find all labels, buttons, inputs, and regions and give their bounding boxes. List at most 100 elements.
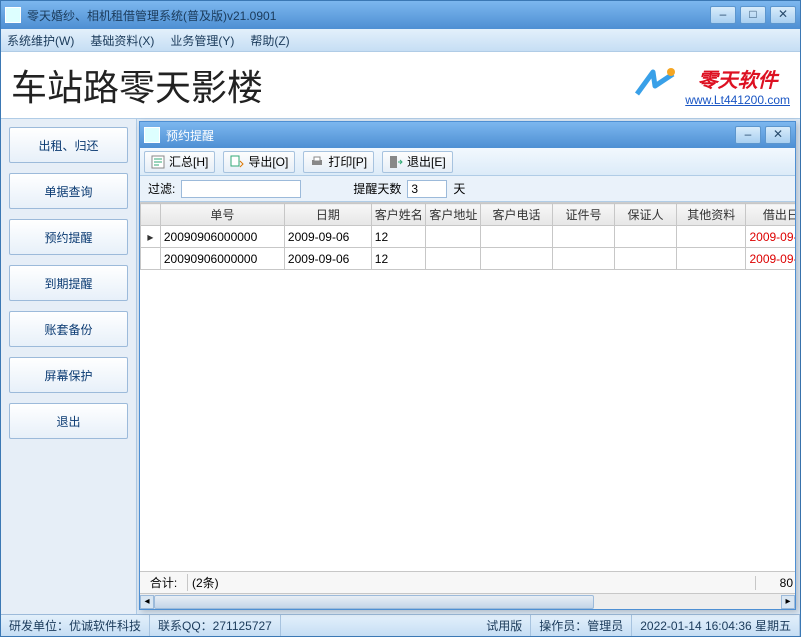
cell-phone	[480, 226, 552, 248]
minimize-button[interactable]: –	[710, 6, 736, 24]
col-order[interactable]: 单号	[160, 204, 284, 226]
menu-biz[interactable]: 业务管理(Y)	[170, 32, 234, 49]
statusbar: 研发单位：优诚软件科技 联系QQ：271125727 试用版 操作员：管理员 2…	[1, 614, 800, 636]
cell-phone	[480, 248, 552, 270]
col-date[interactable]: 日期	[284, 204, 371, 226]
menu-base[interactable]: 基础资料(X)	[90, 32, 154, 49]
col-idno[interactable]: 证件号	[552, 204, 614, 226]
table-row[interactable]: ▸200909060000002009-09-06122009-09-08200…	[141, 226, 796, 248]
dialog-title: 预约提醒	[166, 127, 735, 144]
banner-title: 车站路零天影楼	[11, 59, 631, 111]
cell-idno	[552, 226, 614, 248]
col-guarantor[interactable]: 保证人	[614, 204, 676, 226]
sidebar: 出租、归还 单据查询 预约提醒 到期提醒 账套备份 屏幕保护 退出	[1, 119, 136, 614]
filter-bar: 过滤: 提醒天数 天	[140, 176, 795, 202]
filter-input[interactable]	[181, 180, 301, 198]
cell-date: 2009-09-06	[284, 248, 371, 270]
status-dev: 研发单位：优诚软件科技	[1, 615, 150, 636]
main-window: 零天婚纱、相机租借管理系统(普及版)v21.0901 – □ ✕ 系统维护(W)…	[0, 0, 801, 637]
grid-footer: 合计: (2条) 80	[140, 571, 795, 593]
close-button[interactable]: ✕	[770, 6, 796, 24]
sidebar-item-rent-return[interactable]: 出租、归还	[9, 127, 128, 163]
grid-header-row: 单号 日期 客户姓名 客户地址 客户电话 证件号 保证人 其他资料 借出日期 归…	[141, 204, 796, 226]
cell-guarantor	[614, 248, 676, 270]
cell-other	[677, 248, 746, 270]
menu-help[interactable]: 帮助(Z)	[250, 32, 289, 49]
cell-guarantor	[614, 226, 676, 248]
exit-icon	[389, 155, 403, 169]
dialog-close-button[interactable]: ✕	[765, 126, 791, 144]
sidebar-item-query[interactable]: 单据查询	[9, 173, 128, 209]
brand-name: 零天软件	[698, 64, 778, 93]
footer-label: 合计:	[140, 574, 188, 591]
sidebar-label: 账套备份	[44, 321, 92, 338]
window-title: 零天婚纱、相机租借管理系统(普及版)v21.0901	[27, 7, 710, 24]
cell-idno	[552, 248, 614, 270]
sidebar-item-exit[interactable]: 退出	[9, 403, 128, 439]
horizontal-scrollbar[interactable]: ◂ ▸	[140, 593, 795, 609]
scroll-thumb[interactable]	[154, 595, 594, 609]
banner: 车站路零天影楼 零天软件 www.Lt441200.com	[1, 51, 800, 119]
dialog-appointment: 预约提醒 – ✕ 汇总[H] 导出[O] 打印[P] 退出[E]	[139, 121, 796, 610]
sidebar-item-backup[interactable]: 账套备份	[9, 311, 128, 347]
cell-borrow: 2009-09-08	[746, 226, 795, 248]
cell-addr	[426, 248, 481, 270]
row-indicator: ▸	[141, 226, 161, 248]
scroll-left-icon[interactable]: ◂	[140, 595, 154, 609]
status-qq: 联系QQ：271125727	[150, 615, 281, 636]
cell-name: 12	[371, 248, 426, 270]
col-other[interactable]: 其他资料	[677, 204, 746, 226]
maximize-button[interactable]: □	[740, 6, 766, 24]
cell-other	[677, 226, 746, 248]
menu-sys[interactable]: 系统维护(W)	[7, 32, 74, 49]
days-label: 提醒天数	[353, 180, 401, 197]
app-icon	[5, 7, 21, 23]
col-name[interactable]: 客户姓名	[371, 204, 426, 226]
body-area: 出租、归还 单据查询 预约提醒 到期提醒 账套备份 屏幕保护 退出 预约提醒 –…	[1, 119, 800, 614]
cell-date: 2009-09-06	[284, 226, 371, 248]
sidebar-label: 出租、归还	[38, 137, 98, 154]
sidebar-label: 屏幕保护	[44, 367, 92, 384]
sidebar-label: 到期提醒	[44, 275, 92, 292]
brand[interactable]: 零天软件 www.Lt441200.com	[631, 64, 790, 107]
summary-icon	[151, 155, 165, 169]
cell-order: 20090906000000	[160, 226, 284, 248]
tool-export-button[interactable]: 导出[O]	[223, 151, 295, 173]
dialog-titlebar[interactable]: 预约提醒 – ✕	[140, 122, 795, 148]
sidebar-label: 预约提醒	[44, 229, 92, 246]
grid[interactable]: 单号 日期 客户姓名 客户地址 客户电话 证件号 保证人 其他资料 借出日期 归…	[140, 202, 795, 571]
filter-label: 过滤:	[148, 180, 175, 197]
sidebar-label: 单据查询	[44, 183, 92, 200]
row-indicator	[141, 248, 161, 270]
col-phone[interactable]: 客户电话	[480, 204, 552, 226]
tool-exit-button[interactable]: 退出[E]	[382, 151, 453, 173]
footer-count: (2条)	[188, 574, 755, 591]
status-trial: 试用版	[478, 615, 531, 636]
cell-name: 12	[371, 226, 426, 248]
tool-summary-button[interactable]: 汇总[H]	[144, 151, 215, 173]
days-unit: 天	[453, 180, 465, 197]
footer-total: 80	[755, 576, 795, 590]
sidebar-item-due[interactable]: 到期提醒	[9, 265, 128, 301]
main-area: 预约提醒 – ✕ 汇总[H] 导出[O] 打印[P] 退出[E]	[136, 119, 800, 614]
export-icon	[230, 155, 244, 169]
sidebar-item-appointment[interactable]: 预约提醒	[9, 219, 128, 255]
status-operator: 操作员：管理员	[531, 615, 632, 636]
cell-borrow: 2009-09-08	[746, 248, 795, 270]
dialog-toolbar: 汇总[H] 导出[O] 打印[P] 退出[E]	[140, 148, 795, 176]
menubar: 系统维护(W) 基础资料(X) 业务管理(Y) 帮助(Z)	[1, 29, 800, 51]
dialog-minimize-button[interactable]: –	[735, 126, 761, 144]
dialog-icon	[144, 127, 160, 143]
brand-url[interactable]: www.Lt441200.com	[685, 93, 790, 107]
cell-order: 20090906000000	[160, 248, 284, 270]
outer-titlebar[interactable]: 零天婚纱、相机租借管理系统(普及版)v21.0901 – □ ✕	[1, 1, 800, 29]
days-input[interactable]	[407, 180, 447, 198]
sidebar-label: 退出	[56, 413, 80, 430]
cell-addr	[426, 226, 481, 248]
tool-print-button[interactable]: 打印[P]	[303, 151, 374, 173]
col-addr[interactable]: 客户地址	[426, 204, 481, 226]
table-row[interactable]: 200909060000002009-09-06122009-09-082009…	[141, 248, 796, 270]
sidebar-item-screensaver[interactable]: 屏幕保护	[9, 357, 128, 393]
scroll-right-icon[interactable]: ▸	[781, 595, 795, 609]
col-borrow[interactable]: 借出日期	[746, 204, 795, 226]
